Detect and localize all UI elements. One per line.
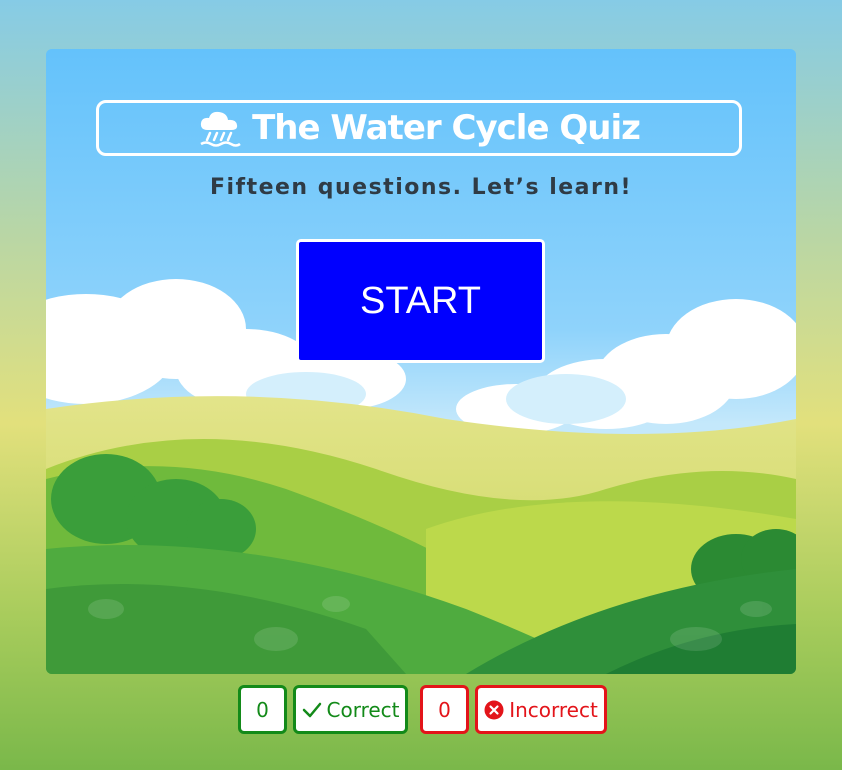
close-circle-icon (484, 700, 504, 719)
correct-label: Correct (326, 697, 400, 722)
incorrect-label: Incorrect (509, 697, 598, 722)
correct-label-box: Correct (293, 685, 408, 734)
incorrect-label-box: Incorrect (475, 685, 607, 734)
quiz-subtitle: Fifteen questions. Let’s learn! (209, 175, 633, 200)
quiz-title-box: The Water Cycle Quiz (96, 100, 742, 156)
check-icon (302, 702, 321, 717)
quiz-card: The Water Cycle Quiz Fifteen questions. … (46, 49, 796, 674)
start-button[interactable]: START (296, 239, 545, 363)
rain-cloud-icon (200, 111, 241, 147)
correct-count: 0 (238, 685, 287, 734)
score-row: 0 Correct 0 Incorrect (0, 685, 842, 734)
incorrect-count: 0 (420, 685, 469, 734)
quiz-title: The Water Cycle Quiz (252, 108, 641, 148)
